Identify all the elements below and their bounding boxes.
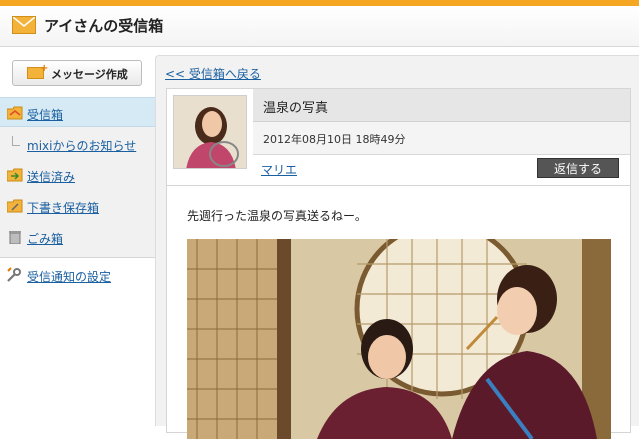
notification-settings-link[interactable]: 受信通知の設定 xyxy=(0,261,155,289)
mail-envelope-icon xyxy=(12,16,36,34)
wrench-icon xyxy=(7,267,21,282)
compose-label: メッセージ作成 xyxy=(51,68,128,81)
sidebar-item-inbox[interactable]: 受信箱 xyxy=(0,97,155,127)
message-header: 温泉の写真 2012年08月10日 18時49分 マリエ 返信する xyxy=(167,89,630,186)
sender-avatar[interactable] xyxy=(173,95,247,169)
draft-folder-icon xyxy=(7,199,23,213)
inbox-folder-icon xyxy=(7,106,23,120)
sent-folder-icon xyxy=(7,168,23,182)
compose-message-button[interactable]: + メッセージ作成 xyxy=(12,60,142,86)
message-subject: 温泉の写真 xyxy=(263,101,329,116)
sidebar-item-label: 下書き保存箱 xyxy=(27,201,100,215)
message-panel: << 受信箱へ戻る 温泉の写真 2012年08月10日 18時49分 マリエ 返… xyxy=(155,55,639,439)
settings-label: 受信通知の設定 xyxy=(27,270,112,284)
trash-icon xyxy=(9,231,21,244)
message-body: 先週行った温泉の写真送るねー。 xyxy=(187,209,367,223)
message-card: 温泉の写真 2012年08月10日 18時49分 マリエ 返信する 先週行った温… xyxy=(166,88,631,439)
back-to-inbox-link[interactable]: << 受信箱へ戻る xyxy=(165,65,261,82)
attached-photo[interactable] xyxy=(187,239,611,439)
page-header: アイさんの受信箱 xyxy=(0,6,639,47)
reply-button[interactable]: 返信する xyxy=(537,158,619,178)
sidebar-item-mixi-notice[interactable]: mixiからのお知らせ xyxy=(0,129,155,159)
sidebar-item-label: 受信箱 xyxy=(27,108,64,122)
folder-list: 受信箱 mixiからのお知らせ 送信済み 下書き保存箱 ごみ箱 xyxy=(0,97,155,258)
sidebar-item-label: 送信済み xyxy=(27,170,76,184)
date-row: 2012年08月10日 18時49分 xyxy=(253,122,630,155)
sidebar-item-label: mixiからのお知らせ xyxy=(27,139,137,153)
sender-name-link[interactable]: マリエ xyxy=(261,161,297,178)
page-title: アイさんの受信箱 xyxy=(44,17,164,35)
plus-icon: + xyxy=(40,63,49,74)
sidebar-item-label: ごみ箱 xyxy=(27,232,64,246)
subject-row: 温泉の写真 xyxy=(253,89,630,122)
sidebar: + メッセージ作成 受信箱 mixiからのお知らせ 送信済み 下書き保存箱 ごみ… xyxy=(0,47,155,426)
sidebar-item-drafts[interactable]: 下書き保存箱 xyxy=(0,191,155,221)
sidebar-item-sent[interactable]: 送信済み xyxy=(0,160,155,190)
message-date: 2012年08月10日 18時49分 xyxy=(263,133,406,146)
sidebar-item-trash[interactable]: ごみ箱 xyxy=(0,222,155,252)
branch-icon xyxy=(12,136,20,146)
